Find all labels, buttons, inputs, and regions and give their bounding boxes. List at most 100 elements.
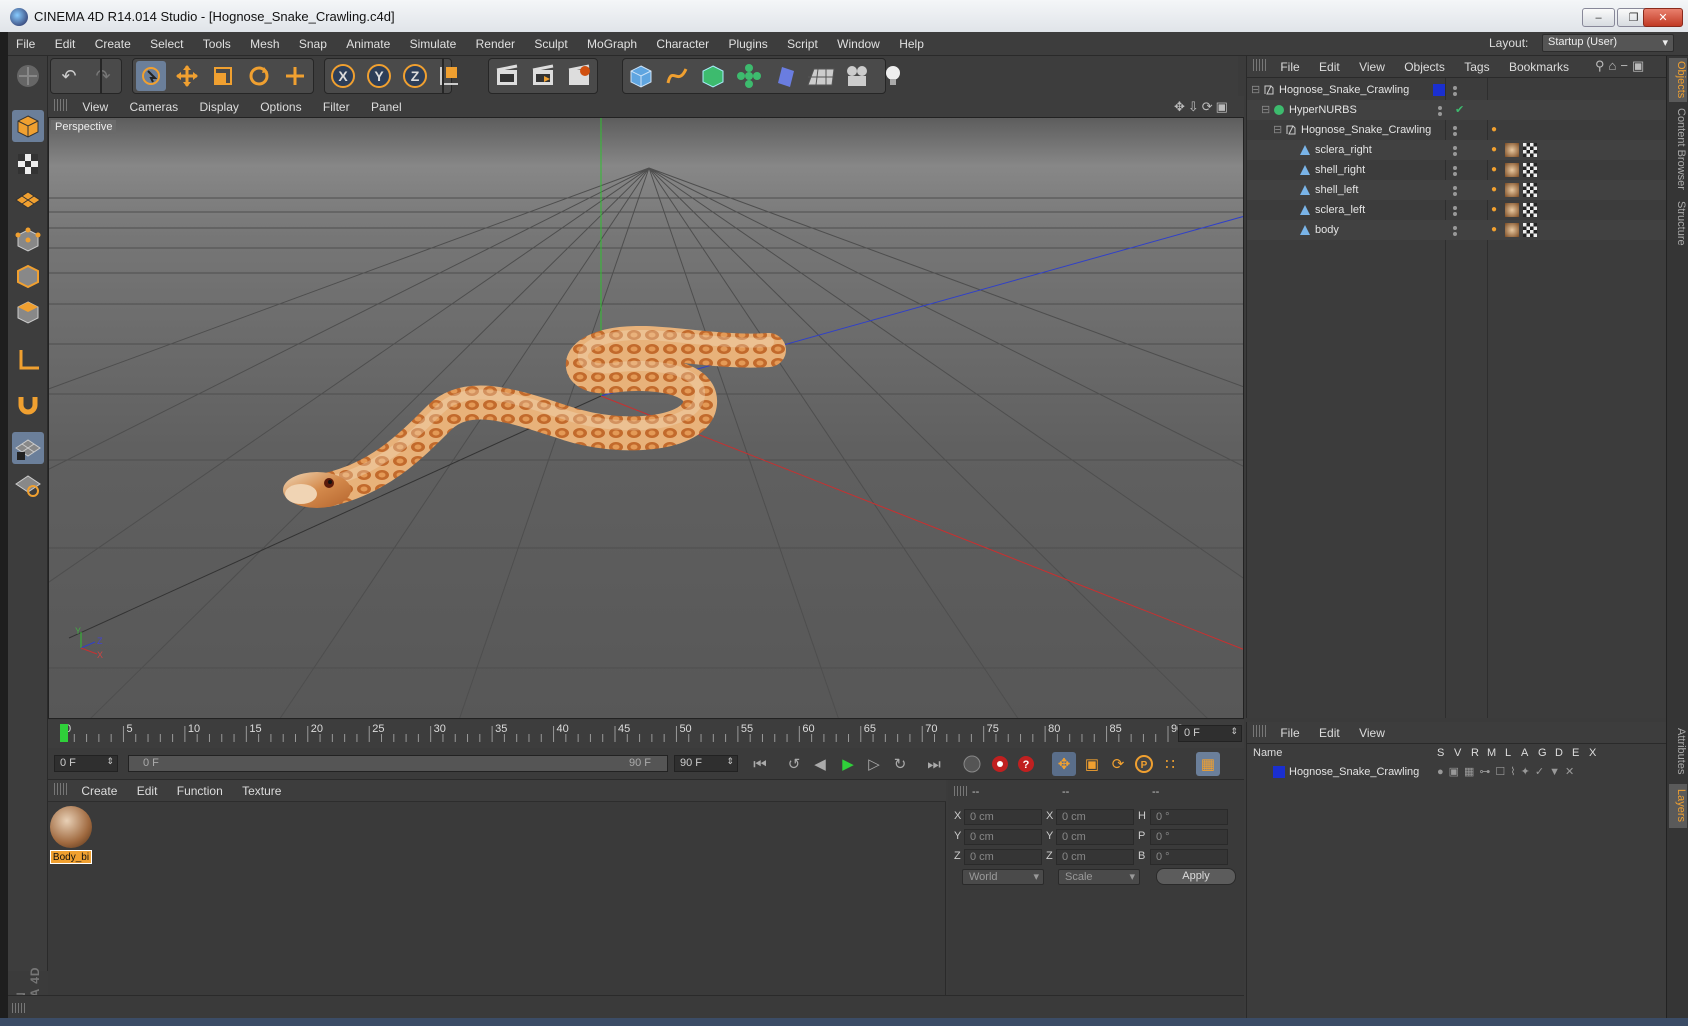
col-deformers[interactable]: D bbox=[1555, 747, 1563, 759]
menu-snap[interactable]: Snap bbox=[291, 36, 335, 52]
edit-render-settings-icon[interactable] bbox=[564, 61, 594, 91]
viewport-menu-cameras[interactable]: Cameras bbox=[120, 96, 187, 118]
next-frame-icon[interactable]: ▷ bbox=[862, 752, 886, 776]
scale-icon[interactable] bbox=[208, 61, 238, 91]
pos-y-field[interactable]: 0 cm bbox=[964, 829, 1042, 845]
spline-icon[interactable] bbox=[662, 61, 692, 91]
object-menu-bookmarks[interactable]: Bookmarks bbox=[1501, 56, 1577, 78]
viewport-menu-panel[interactable]: Panel bbox=[362, 96, 411, 118]
record-position-icon[interactable]: ✥ bbox=[1052, 752, 1076, 776]
collapse-icon[interactable]: ⊟ bbox=[1273, 120, 1282, 140]
add-icon[interactable] bbox=[280, 61, 310, 91]
material-tag-icon[interactable] bbox=[1505, 163, 1519, 177]
render-picture-viewer-icon[interactable] bbox=[528, 61, 558, 91]
col-solo[interactable]: S bbox=[1437, 747, 1444, 759]
menu-plugins[interactable]: Plugins bbox=[720, 36, 775, 52]
visibility-dots[interactable] bbox=[1452, 124, 1458, 136]
phong-tag-icon[interactable]: ● bbox=[1491, 120, 1497, 140]
object-menu-tags[interactable]: Tags bbox=[1456, 56, 1497, 78]
object-row-body[interactable]: body ● bbox=[1247, 220, 1667, 240]
layer-menu-edit[interactable]: Edit bbox=[1311, 722, 1348, 744]
material-name[interactable]: Body_bi bbox=[50, 850, 92, 864]
hognose-snake-model[interactable] bbox=[283, 325, 786, 508]
apply-button[interactable]: Apply bbox=[1156, 868, 1236, 885]
keyframe-selection-icon[interactable]: ? bbox=[1014, 752, 1038, 776]
tab-content-browser[interactable]: Content Browser bbox=[1669, 106, 1687, 192]
material-tag-icon[interactable] bbox=[1505, 143, 1519, 157]
viewport-menu-view[interactable]: View bbox=[73, 96, 117, 118]
coordinate-system-icon[interactable] bbox=[434, 61, 464, 91]
material-tag-icon[interactable] bbox=[1505, 223, 1519, 237]
tab-objects[interactable]: Objects bbox=[1669, 58, 1687, 102]
collapse-icon[interactable]: ⊟ bbox=[1261, 100, 1270, 120]
frame-indicator-field[interactable]: 0 F ⇕ bbox=[1178, 725, 1242, 742]
pos-x-field[interactable]: 0 cm bbox=[964, 809, 1042, 825]
nurbs-icon[interactable] bbox=[698, 61, 728, 91]
menu-character[interactable]: Character bbox=[648, 36, 717, 52]
menu-window[interactable]: Window bbox=[829, 36, 888, 52]
viewport-nav-icons[interactable]: ✥⇩⟳▣ bbox=[1174, 99, 1231, 115]
layer-color-swatch[interactable] bbox=[1273, 766, 1285, 778]
select-icon[interactable] bbox=[136, 61, 166, 91]
previous-key-icon[interactable]: ↺ bbox=[782, 752, 806, 776]
size-y-field[interactable]: 0 cm bbox=[1056, 829, 1134, 845]
undo-icon[interactable]: ↶ bbox=[54, 61, 84, 91]
y-axis-icon[interactable]: Y bbox=[364, 61, 394, 91]
menu-sculpt[interactable]: Sculpt bbox=[526, 36, 575, 52]
visibility-dots[interactable] bbox=[1452, 84, 1458, 96]
col-manager[interactable]: M bbox=[1487, 747, 1496, 759]
go-to-start-icon[interactable]: ⏮ bbox=[748, 752, 772, 776]
object-menu-view[interactable]: View bbox=[1351, 56, 1393, 78]
material-menu-create[interactable]: Create bbox=[73, 780, 125, 802]
material-tag-icon[interactable] bbox=[1505, 183, 1519, 197]
phong-tag-icon[interactable]: ● bbox=[1491, 140, 1497, 160]
object-row-root[interactable]: ⊟ Hognose_Snake_Crawling bbox=[1247, 80, 1667, 100]
light-icon[interactable] bbox=[878, 61, 908, 91]
render-view-icon[interactable] bbox=[492, 61, 522, 91]
record-rotation-icon[interactable]: ⟳ bbox=[1106, 752, 1130, 776]
uvw-tag-icon[interactable] bbox=[1523, 203, 1537, 217]
rotate-icon[interactable] bbox=[244, 61, 274, 91]
record-parameter-icon[interactable]: P bbox=[1132, 752, 1156, 776]
menu-edit[interactable]: Edit bbox=[47, 36, 84, 52]
x-axis-icon[interactable]: X bbox=[328, 61, 358, 91]
object-row-snake-null[interactable]: ⊟ Hognose_Snake_Crawling ● bbox=[1247, 120, 1667, 140]
rot-p-field[interactable]: 0 ° bbox=[1150, 829, 1228, 845]
object-row-sclera-left[interactable]: sclera_left ● bbox=[1247, 200, 1667, 220]
cube-icon[interactable] bbox=[626, 61, 656, 91]
material-menu-texture[interactable]: Texture bbox=[234, 780, 289, 802]
rot-h-field[interactable]: 0 ° bbox=[1150, 809, 1228, 825]
col-name[interactable]: Name bbox=[1253, 747, 1282, 759]
uvw-tag-icon[interactable] bbox=[1523, 183, 1537, 197]
phong-tag-icon[interactable]: ● bbox=[1491, 160, 1497, 180]
magnet-icon[interactable] bbox=[12, 388, 44, 420]
menu-script[interactable]: Script bbox=[779, 36, 826, 52]
close-button[interactable]: ✕ bbox=[1643, 8, 1683, 27]
layer-row[interactable]: Hognose_Snake_Crawling ●▣▦⊶☐⌇✦✓▼✕ bbox=[1247, 762, 1667, 782]
playhead[interactable] bbox=[60, 724, 68, 742]
frame-range-slider[interactable]: 0 F 90 F bbox=[128, 755, 668, 772]
col-view[interactable]: V bbox=[1454, 747, 1461, 759]
col-generators[interactable]: G bbox=[1538, 747, 1547, 759]
col-render[interactable]: R bbox=[1471, 747, 1479, 759]
visibility-dots[interactable] bbox=[1452, 144, 1458, 156]
go-to-end-icon[interactable]: ⏭ bbox=[922, 752, 946, 776]
menu-help[interactable]: Help bbox=[891, 36, 932, 52]
col-xref[interactable]: X bbox=[1589, 747, 1596, 759]
menu-tools[interactable]: Tools bbox=[195, 36, 239, 52]
coordinate-mode-dropdown[interactable]: World ▾ bbox=[962, 869, 1044, 885]
record-scale-icon[interactable]: ▣ bbox=[1080, 752, 1104, 776]
material-menu-edit[interactable]: Edit bbox=[129, 780, 166, 802]
edges-mode-icon[interactable] bbox=[12, 260, 44, 292]
redo-icon[interactable]: ↷ bbox=[88, 61, 118, 91]
play-icon[interactable]: ▶ bbox=[836, 752, 860, 776]
size-mode-dropdown[interactable]: Scale ▾ bbox=[1058, 869, 1140, 885]
visibility-dots[interactable] bbox=[1452, 224, 1458, 236]
menu-file[interactable]: File bbox=[8, 36, 43, 52]
menu-mograph[interactable]: MoGraph bbox=[579, 36, 645, 52]
menu-simulate[interactable]: Simulate bbox=[402, 36, 465, 52]
uvw-tag-icon[interactable] bbox=[1523, 223, 1537, 237]
polygons-mode-icon[interactable] bbox=[12, 296, 44, 328]
autokey-icon[interactable] bbox=[988, 752, 1012, 776]
size-x-field[interactable]: 0 cm bbox=[1056, 809, 1134, 825]
